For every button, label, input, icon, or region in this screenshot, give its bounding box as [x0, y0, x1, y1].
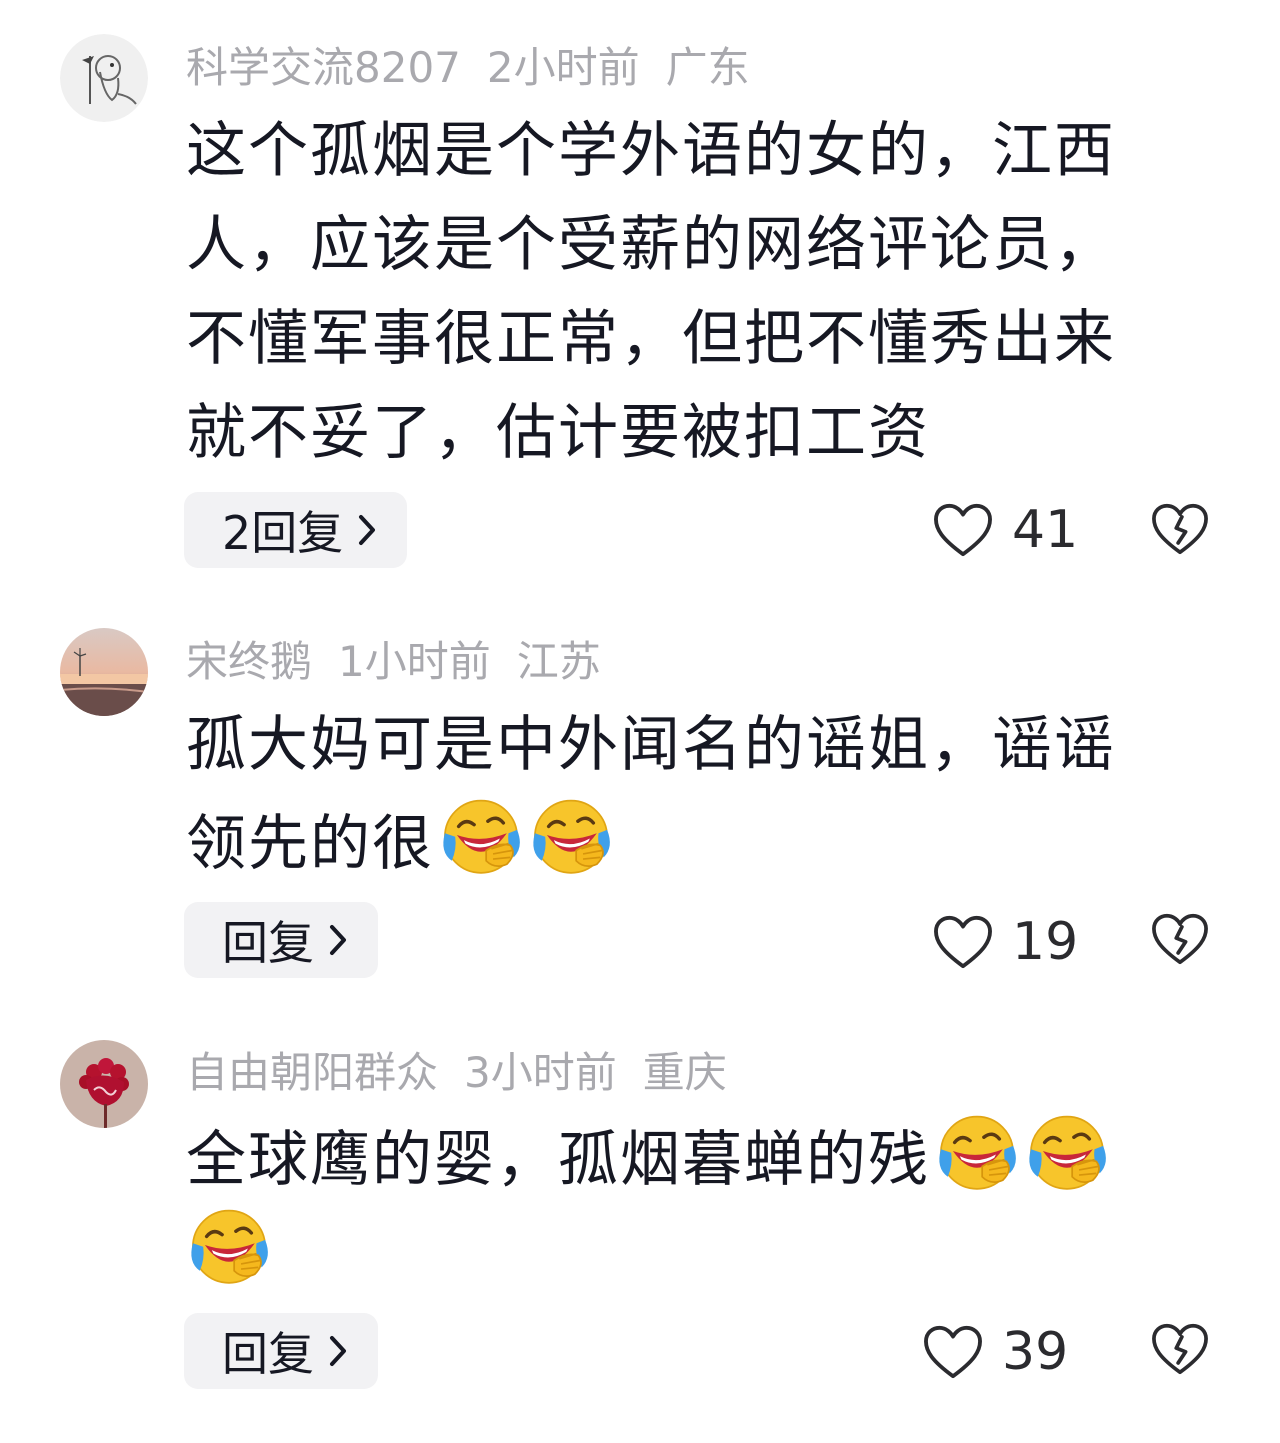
bird-sketch-avatar[interactable] — [60, 34, 148, 122]
laughing-crying-emoji — [186, 1202, 272, 1288]
like-count: 19 — [1012, 912, 1079, 972]
laughing-crying-emoji — [1024, 1108, 1110, 1194]
laughing-crying-emoji — [438, 792, 524, 878]
comment-line — [186, 1202, 1176, 1296]
timestamp: 2小时前 — [486, 43, 640, 92]
comment-line: 全球鹰的婴，孤烟暮蝉的残 — [186, 1108, 1176, 1202]
comment-line: 人，应该是个受薪的网络评论员， — [186, 210, 1116, 280]
chevron-right-icon — [328, 1334, 348, 1368]
reply-button[interactable]: 2回复 — [184, 492, 408, 568]
like-count: 39 — [1002, 1322, 1069, 1382]
broken-heart-icon[interactable] — [1150, 502, 1210, 556]
heart-icon — [932, 502, 994, 558]
broken-heart-icon[interactable] — [1150, 912, 1210, 966]
timestamp: 3小时前 — [464, 1048, 617, 1097]
comment-line: 不懂军事很正常，但把不懂秀出来 — [186, 304, 1116, 374]
location: 江苏 — [516, 637, 601, 686]
comment-line: 就不妥了，估计要被扣工资 — [186, 398, 930, 468]
username[interactable]: 科学交流8207 — [186, 43, 461, 92]
like-button[interactable]: 39 — [922, 1322, 1068, 1382]
comment-meta: 科学交流8207 2小时前 广东 — [186, 40, 776, 96]
comment-text: 这个孤烟是个学外语的女的，江西 人，应该是个受薪的网络评论员， 不懂军事很正常，… — [186, 104, 1176, 480]
reply-label: 2回复 — [222, 506, 344, 560]
heart-icon — [932, 914, 994, 970]
username[interactable]: 自由朝阳群众 — [186, 1048, 438, 1097]
like-button[interactable]: 41 — [932, 500, 1078, 560]
timestamp: 1小时前 — [338, 637, 491, 686]
chevron-right-icon — [328, 923, 348, 957]
comment-line: 孤大妈可是中外闻名的谣姐，谣谣 — [186, 710, 1116, 780]
heart-icon — [922, 1324, 984, 1380]
username[interactable]: 宋终鹅 — [186, 637, 312, 686]
comment-meta: 宋终鹅 1小时前 江苏 — [186, 634, 627, 690]
sunset-beach-avatar[interactable] — [60, 628, 148, 716]
chevron-right-icon — [357, 513, 377, 547]
laughing-crying-emoji — [934, 1108, 1020, 1194]
location: 重庆 — [642, 1048, 727, 1097]
like-button[interactable]: 19 — [932, 912, 1078, 972]
laughing-crying-emoji — [528, 792, 614, 878]
comment-line: 这个孤烟是个学外语的女的，江西 — [186, 116, 1116, 186]
comment-text: 全球鹰的婴，孤烟暮蝉的残 — [186, 1108, 1176, 1296]
reply-label: 回复 — [222, 1327, 314, 1381]
reply-button[interactable]: 回复 — [184, 902, 378, 978]
red-flower-avatar[interactable] — [60, 1040, 148, 1128]
comment-line: 领先的很 — [186, 792, 1176, 886]
reply-button[interactable]: 回复 — [184, 1313, 378, 1389]
broken-heart-icon[interactable] — [1150, 1322, 1210, 1376]
comment-meta: 自由朝阳群众 3小时前 重庆 — [186, 1045, 753, 1101]
like-count: 41 — [1012, 500, 1079, 560]
location: 广东 — [665, 43, 750, 92]
comment-text: 孤大妈可是中外闻名的谣姐，谣谣 领先的很 — [186, 698, 1176, 886]
reply-label: 回复 — [222, 916, 314, 970]
